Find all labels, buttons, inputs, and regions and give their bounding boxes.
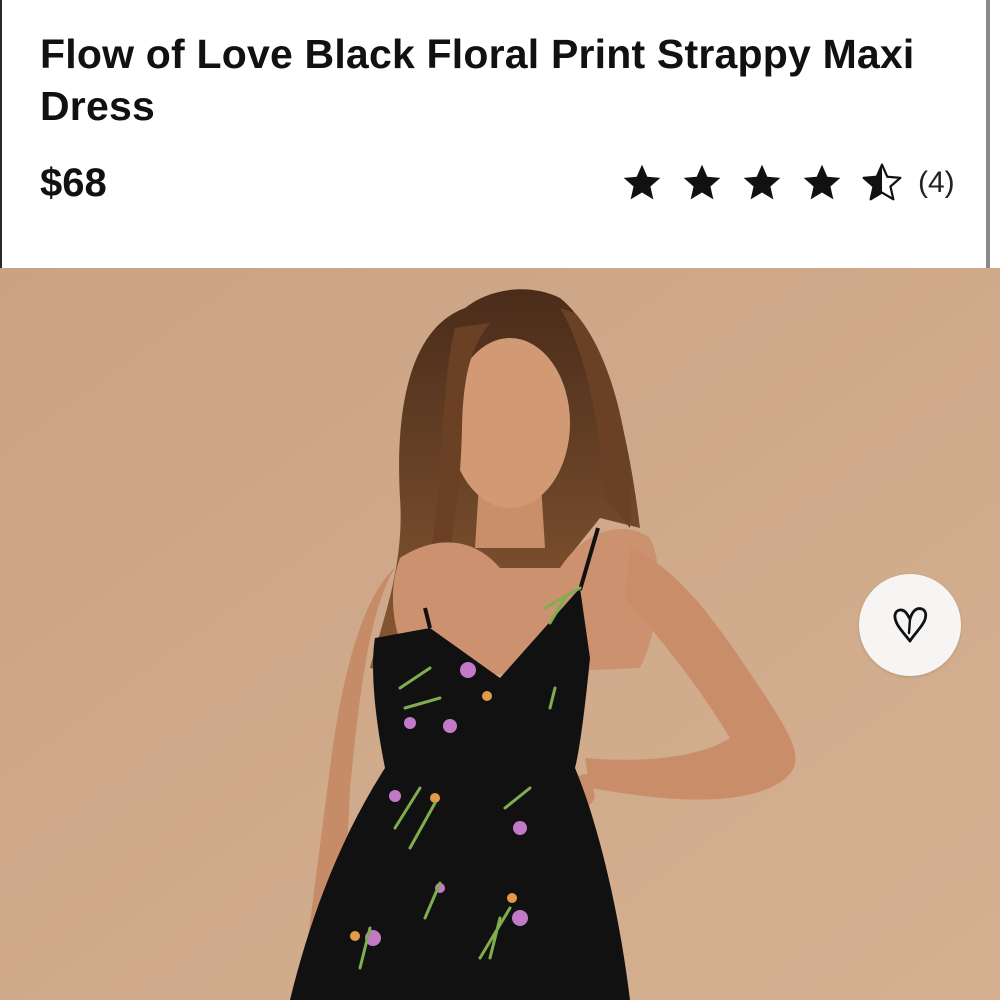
star-half-icon [862, 163, 902, 201]
star-full-icon [803, 164, 841, 200]
product-price: $68 [40, 161, 107, 205]
star-full-icon [743, 164, 781, 200]
favorite-button[interactable] [859, 574, 961, 676]
rating-summary[interactable]: (4) [620, 160, 955, 206]
scrollbar[interactable] [986, 0, 990, 268]
product-header: Flow of Love Black Floral Print Strappy … [0, 0, 1000, 268]
product-image[interactable] [0, 268, 1000, 1000]
heart-outline-icon [893, 607, 928, 643]
star-full-icon [683, 164, 721, 200]
star-full-icon [623, 164, 661, 200]
left-border [0, 0, 2, 268]
review-count[interactable]: (4) [918, 161, 955, 205]
model-photo [0, 268, 1000, 1000]
product-title: Flow of Love Black Floral Print Strappy … [40, 31, 915, 129]
